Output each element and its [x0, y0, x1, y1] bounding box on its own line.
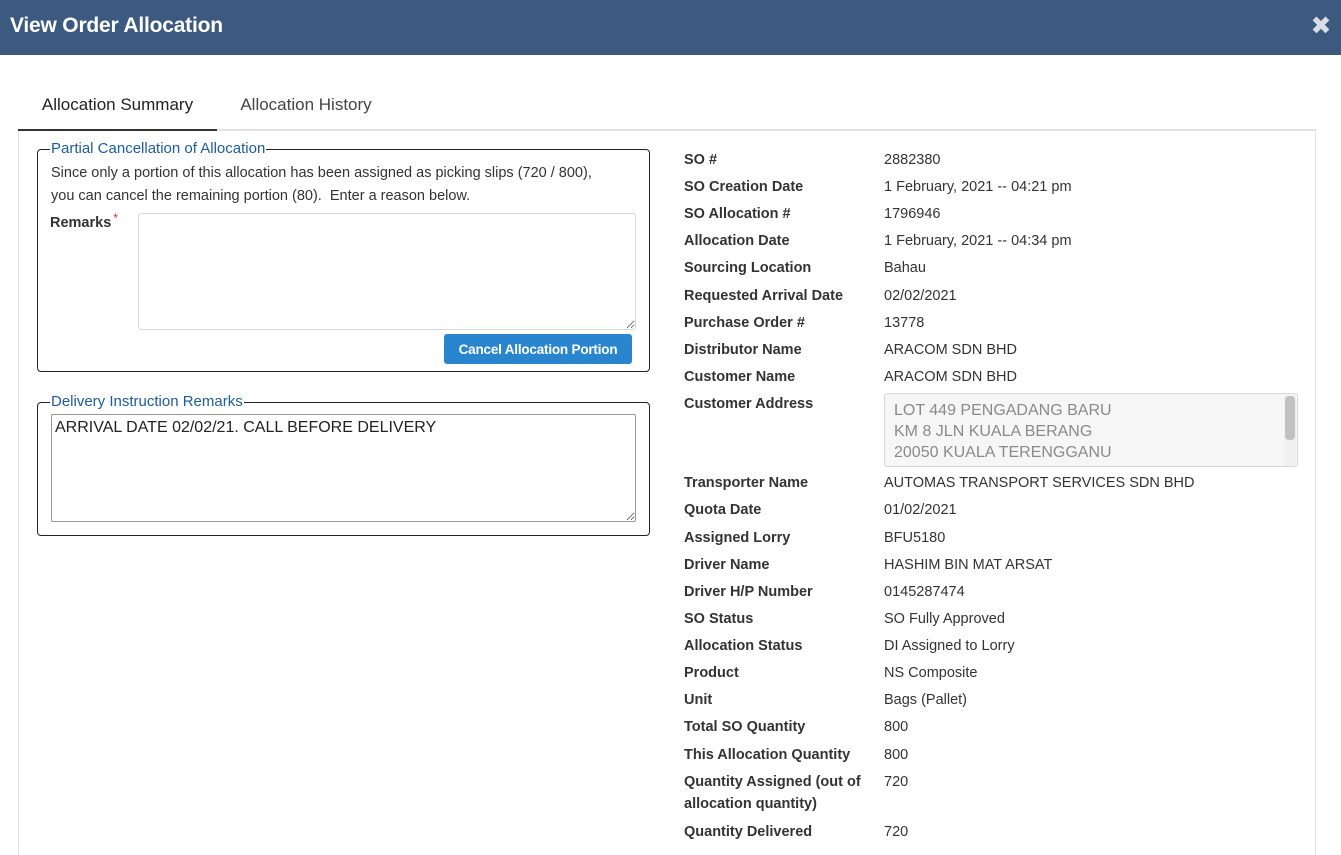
detail-value: 02/02/2021 [884, 288, 957, 304]
detail-label: Purchase Order # [684, 315, 805, 331]
partial-cancellation-legend: Partial Cancellation of Allocation [51, 140, 266, 157]
detail-label: Driver Name [684, 557, 770, 573]
delivery-instruction-textarea[interactable]: ARRIVAL DATE 02/02/21. CALL BEFORE DELIV… [51, 414, 636, 522]
detail-label: Customer Address [684, 396, 814, 412]
detail-label: allocation quantity) [684, 796, 817, 812]
remarks-textarea[interactable] [138, 213, 636, 330]
detail-label: Transporter Name [684, 475, 809, 491]
customer-address-text: LOT 449 PENGADANG BARU KM 8 JLN KUALA BE… [894, 402, 1112, 466]
detail-value: 1 February, 2021 -- 04:34 pm [884, 233, 1072, 249]
detail-value: 01/02/2021 [884, 502, 957, 518]
detail-label: Sourcing Location [684, 260, 812, 276]
detail-label: Distributor Name [684, 342, 802, 358]
detail-label: Allocation Date [684, 233, 790, 249]
tab-bar: Allocation Summary Allocation History [18, 84, 1316, 131]
detail-value: ARACOM SDN BHD [884, 342, 1017, 358]
detail-value: 1796946 [884, 206, 941, 222]
detail-label: Driver H/P Number [684, 584, 813, 600]
detail-label: Customer Name [684, 369, 796, 385]
detail-label: Quantity Assigned (out of [684, 774, 861, 790]
detail-value: 2882380 [884, 152, 941, 168]
detail-label: Quota Date [684, 502, 762, 518]
detail-value: AUTOMAS TRANSPORT SERVICES SDN BHD [884, 475, 1195, 491]
customer-address-field[interactable]: LOT 449 PENGADANG BARU KM 8 JLN KUALA BE… [884, 393, 1298, 467]
delivery-instruction-legend: Delivery Instruction Remarks [51, 393, 243, 410]
detail-label: Product [684, 665, 739, 681]
remarks-label: Remarks * [50, 211, 118, 231]
info-line-2: you can cancel the remaining portion (80… [51, 188, 471, 204]
detail-value: 800 [884, 719, 909, 735]
detail-value: ARACOM SDN BHD [884, 369, 1017, 385]
detail-value: 800 [884, 747, 909, 763]
detail-value: Bahau [884, 260, 926, 276]
detail-label: SO Allocation # [684, 206, 791, 222]
detail-value: DI Assigned to Lorry [884, 638, 1015, 654]
detail-label: Quantity Delivered [684, 824, 813, 840]
tab-allocation-summary[interactable]: Allocation Summary [18, 84, 217, 131]
detail-value: NS Composite [884, 665, 978, 681]
detail-value: BFU5180 [884, 530, 946, 546]
window-title: View Order Allocation [10, 14, 223, 37]
detail-value: Bags (Pallet) [884, 692, 968, 708]
detail-value: 720 [884, 824, 909, 840]
detail-value: 720 [884, 774, 909, 790]
remarks-label-text: Remarks [50, 215, 112, 231]
detail-label: Requested Arrival Date [684, 288, 844, 304]
required-asterisk: * [113, 211, 118, 225]
detail-label: Allocation Status [684, 638, 803, 654]
partial-cancellation-info: Since only a portion of this allocation … [51, 162, 641, 208]
detail-label: Assigned Lorry [684, 530, 791, 546]
detail-label: Unit [684, 692, 713, 708]
detail-label: SO # [684, 152, 718, 168]
detail-label: This Allocation Quantity [684, 747, 851, 763]
close-icon[interactable]: ✖ [1309, 13, 1333, 39]
detail-value: 13778 [884, 315, 925, 331]
info-line-1: Since only a portion of this allocation … [51, 165, 592, 181]
detail-label: Total SO Quantity [684, 719, 806, 735]
tab-allocation-history[interactable]: Allocation History [217, 84, 395, 131]
title-bar: View Order Allocation ✖ [0, 0, 1341, 55]
detail-value: 1 February, 2021 -- 04:21 pm [884, 179, 1072, 195]
detail-label: SO Status [684, 611, 754, 627]
detail-value: 0145287474 [884, 584, 965, 600]
detail-label: SO Creation Date [684, 179, 804, 195]
detail-value: HASHIM BIN MAT ARSAT [884, 557, 1053, 573]
detail-value: SO Fully Approved [884, 611, 1005, 627]
address-scrollbar-thumb[interactable] [1285, 396, 1295, 440]
cancel-allocation-portion-button[interactable]: Cancel Allocation Portion [444, 334, 632, 364]
